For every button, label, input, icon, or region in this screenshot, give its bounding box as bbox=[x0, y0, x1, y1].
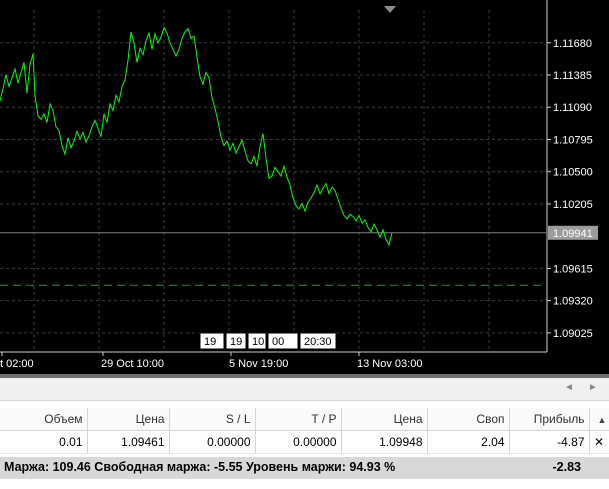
time-axis-label: 29 Oct 10:00 bbox=[101, 358, 164, 370]
total-profit: -2.83 bbox=[552, 460, 582, 474]
price-axis-label: 1.09615 bbox=[553, 263, 593, 275]
column-header-extra: ▲ bbox=[589, 408, 609, 431]
column-header-volume[interactable]: Объем bbox=[0, 408, 88, 431]
terminal-toolbar: ◄ ► bbox=[0, 378, 609, 401]
terminal-panel: ◄ ► Объем Цена S / L T / P Цена Своп При… bbox=[0, 378, 609, 489]
cell-stop-loss[interactable]: 0.00000 bbox=[169, 430, 256, 454]
column-header-take-profit[interactable]: T / P bbox=[255, 408, 342, 431]
column-header-profit[interactable]: Прибыль bbox=[509, 408, 590, 431]
margin-summary: Маржа: 109.46 Свободная маржа: -5.55 Уро… bbox=[4, 460, 396, 474]
cell-volume: 0.01 bbox=[0, 430, 88, 454]
cell-take-profit[interactable]: 0.00000 bbox=[255, 430, 342, 454]
price-chart[interactable]: 1.11680 1.11385 1.11090 1.10795 1.10500 1.102… bbox=[0, 0, 609, 374]
cell-open-price: 1.09461 bbox=[87, 430, 170, 454]
close-order-icon[interactable]: ✕ bbox=[589, 430, 609, 454]
price-axis-label: 1.11680 bbox=[553, 38, 592, 50]
current-price-label: 1.09941 bbox=[553, 228, 593, 240]
column-header-stop-loss[interactable]: S / L bbox=[169, 408, 256, 431]
scroll-time-label: 10 bbox=[252, 336, 264, 348]
cell-current-price: 1.09948 bbox=[341, 430, 428, 454]
scroll-time-label: 00 bbox=[272, 336, 284, 348]
scroll-right-icon[interactable]: ► bbox=[588, 381, 598, 395]
account-summary-row: Маржа: 109.46 Свободная маржа: -5.55 Уро… bbox=[0, 457, 609, 479]
scroll-time-label: 19 bbox=[230, 336, 242, 348]
column-header-open-price[interactable]: Цена bbox=[87, 408, 170, 431]
price-axis-label: 1.10795 bbox=[553, 134, 593, 146]
table-row[interactable]: 0.01 1.09461 0.00000 0.00000 1.09948 2.0… bbox=[0, 430, 609, 454]
orders-table: Объем Цена S / L T / P Цена Своп Прибыль… bbox=[0, 408, 609, 454]
price-axis-label: 1.11090 bbox=[553, 102, 592, 114]
price-axis-label: 1.09320 bbox=[553, 296, 593, 308]
price-axis-label: 1.09025 bbox=[553, 328, 593, 340]
cell-swap: 2.04 bbox=[427, 430, 510, 454]
chart-shift-marker-icon bbox=[384, 6, 396, 13]
price-series-line bbox=[0, 26, 393, 247]
sort-arrow-icon[interactable]: ▲ bbox=[598, 415, 607, 425]
time-axis-label: 13 Nov 03:00 bbox=[357, 358, 422, 370]
cell-profit: -4.87 bbox=[509, 430, 590, 454]
time-axis-label: 5 Nov 19:00 bbox=[229, 358, 288, 370]
price-axis-label: 1.11385 bbox=[553, 70, 592, 82]
column-header-current-price[interactable]: Цена bbox=[341, 408, 428, 431]
scroll-left-icon[interactable]: ◄ bbox=[564, 381, 574, 395]
table-header-row: Объем Цена S / L T / P Цена Своп Прибыль… bbox=[0, 408, 609, 431]
price-axis-label: 1.10205 bbox=[553, 199, 593, 211]
chart-canvas: 1.11680 1.11385 1.11090 1.10795 1.10500 1.102… bbox=[0, 0, 598, 370]
scroll-time-label: 20:30 bbox=[304, 336, 332, 348]
price-axis-label: 1.10500 bbox=[553, 167, 593, 179]
scroll-time-label: 19 bbox=[204, 336, 216, 348]
column-header-swap[interactable]: Своп bbox=[427, 408, 510, 431]
time-axis-label: t 02:00 bbox=[0, 358, 34, 370]
